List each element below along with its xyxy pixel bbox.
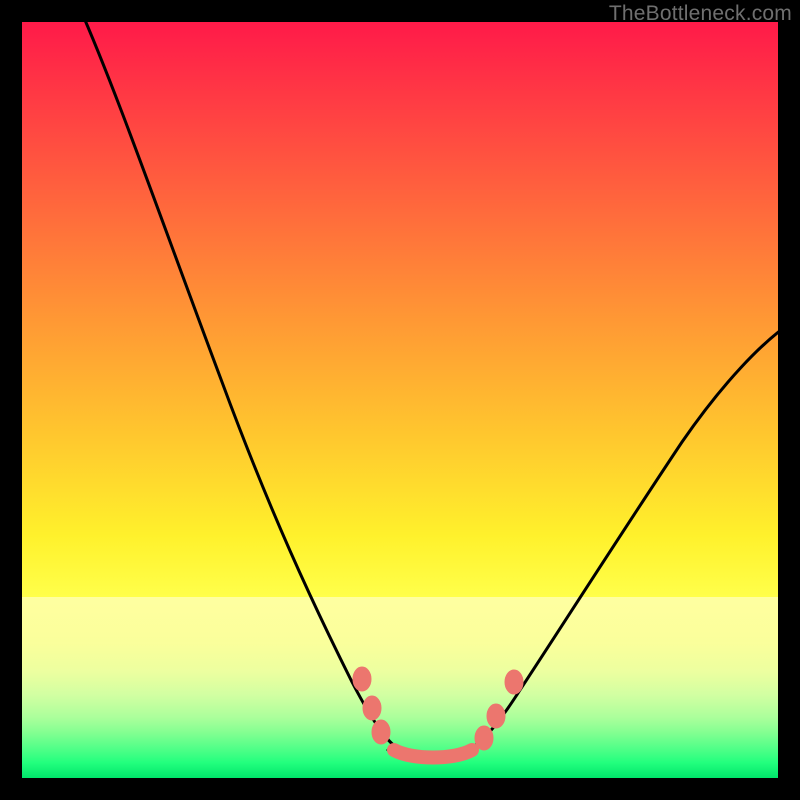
- marker-point: [487, 704, 505, 728]
- marker-point: [505, 670, 523, 694]
- marker-point: [475, 726, 493, 750]
- marker-group: [353, 667, 523, 758]
- marker-trough-band: [394, 750, 472, 758]
- plot-area: [22, 22, 778, 778]
- marker-point: [363, 696, 381, 720]
- watermark-text: TheBottleneck.com: [609, 2, 792, 26]
- marker-point: [353, 667, 371, 691]
- right-descending-curve: [452, 322, 792, 757]
- left-descending-curve: [78, 4, 414, 757]
- curves-layer: [22, 22, 778, 778]
- chart-frame: TheBottleneck.com: [0, 0, 800, 800]
- marker-point: [372, 720, 390, 744]
